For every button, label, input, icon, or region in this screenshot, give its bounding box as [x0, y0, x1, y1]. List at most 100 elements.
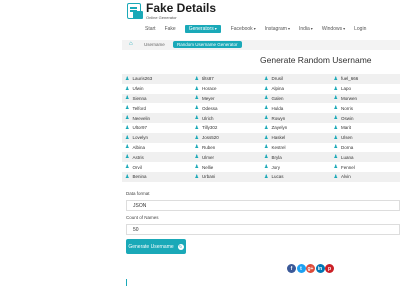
username-cell[interactable]: ♟ Lovelyn [122, 135, 192, 141]
username-cell[interactable]: ♟ Lucas [261, 174, 331, 180]
username-text: Joss520 [201, 135, 219, 141]
generate-button-label: Generate Username [128, 243, 174, 250]
username-row: ♟ Telford ♟ Odessa ♟ Hulda ♟ Norris [122, 103, 400, 113]
generate-button[interactable]: Generate Username ↻ [126, 239, 186, 254]
user-icon: ♟ [125, 75, 130, 82]
chevron-down-icon: ▾ [253, 25, 256, 31]
nav-item-india[interactable]: India▾ [299, 26, 313, 32]
nav-item-windows[interactable]: Windows▾ [322, 26, 345, 32]
username-cell[interactable]: ♟ Ulrich [192, 115, 262, 121]
username-text: Lucas [271, 174, 284, 180]
nav-item-label: Fake [164, 25, 176, 32]
nav-item-label: Instagram [264, 25, 287, 32]
username-cell[interactable]: ♟ Neevelin [122, 115, 192, 121]
username-cell[interactable]: ♟ Lapo [331, 86, 400, 92]
username-row: ♟ Benina ♟ Urbani ♟ Lucas ♟ Alvin [122, 171, 400, 182]
username-cell[interactable]: ♟ Meyer [192, 95, 262, 101]
nav-item-label: Facebook [230, 25, 253, 32]
username-cell[interactable]: ♟ Ultor97 [122, 125, 192, 131]
username-cell[interactable]: ♟ Alvin [331, 174, 400, 180]
username-text: Urbani [201, 174, 216, 180]
username-cell[interactable]: ♟ Bryla [261, 154, 331, 160]
count-input[interactable]: 50 [126, 224, 400, 235]
user-icon: ♟ [194, 124, 199, 131]
user-icon: ♟ [125, 173, 130, 180]
nav-item-login[interactable]: Login [354, 26, 366, 32]
username-cell[interactable]: ♟ tilts87 [192, 76, 262, 82]
username-cell[interactable]: ♟ Tilly302 [192, 125, 262, 131]
breadcrumb-current: Random Username Generator [173, 41, 242, 48]
linkedin-icon[interactable]: in [315, 264, 325, 273]
username-cell[interactable]: ♟ Drusil [261, 76, 331, 82]
home-icon[interactable]: ⌂ [129, 41, 133, 47]
username-cell[interactable]: ♟ Norris [331, 105, 400, 111]
username-cell[interactable]: ♟ Sienna [122, 95, 192, 101]
username-cell[interactable]: ♟ Lauris263 [122, 76, 192, 82]
user-icon: ♟ [264, 164, 269, 171]
pinterest-icon[interactable]: p [325, 264, 334, 273]
username-cell[interactable]: ♟ Zayelyn [261, 125, 331, 131]
facebook-icon[interactable]: f [287, 264, 296, 273]
breadcrumb-link[interactable]: Username [144, 42, 165, 47]
format-select[interactable]: JSON [126, 200, 400, 211]
username-grid: ♟ Lauris263 ♟ tilts87 ♟ Drusil ♟ fuel_666 ♟ Ulwin… [122, 74, 400, 182]
user-icon: ♟ [125, 144, 130, 151]
username-cell[interactable]: ♟ Haskel [261, 135, 331, 141]
username-cell[interactable]: ♟ Morwen [331, 95, 400, 101]
username-cell[interactable]: ♟ Kestrel [261, 144, 331, 150]
username-cell[interactable]: ♟ Ulwin [122, 86, 192, 92]
nav-item-instagram[interactable]: Instagram▾ [265, 26, 290, 32]
username-text: Ulwin [132, 86, 144, 92]
twitter-icon[interactable]: t [296, 264, 306, 273]
username-cell[interactable]: ♟ Joss520 [192, 135, 262, 141]
username-cell[interactable]: ♟ Odessa [192, 105, 262, 111]
username-text: Alpina [271, 86, 284, 92]
username-cell[interactable]: ♟ Ruben [192, 144, 262, 150]
nav-item-generators[interactable]: Generators▾ [184, 24, 221, 33]
user-icon: ♟ [125, 95, 130, 102]
username-cell[interactable]: ♟ Albina [122, 144, 192, 150]
user-icon: ♟ [264, 95, 269, 102]
user-icon: ♟ [264, 115, 269, 122]
username-cell[interactable]: ♟ Dorna [331, 144, 400, 150]
username-row: ♟ Orvil ♟ Nellie ♟ Jory ♟ Fennel [122, 162, 400, 172]
user-icon: ♟ [333, 95, 338, 102]
username-cell[interactable]: ♟ Jory [261, 164, 331, 170]
username-cell[interactable]: ♟ Astris [122, 154, 192, 160]
username-cell[interactable]: ♟ Hulda [261, 105, 331, 111]
google-plus-icon[interactable]: g+ [306, 264, 315, 273]
user-icon: ♟ [125, 164, 130, 171]
username-cell[interactable]: ♟ Nellie [192, 164, 262, 170]
username-text: Oswin [340, 115, 354, 121]
user-icon: ♟ [264, 134, 269, 141]
nav-item-start[interactable]: Start [145, 26, 156, 32]
username-cell[interactable]: ♟ Marit [331, 125, 400, 131]
username-cell[interactable]: ♟ Benina [122, 174, 192, 180]
username-cell[interactable]: ♟ Ulmer [192, 154, 262, 160]
divider [126, 279, 127, 286]
username-cell[interactable]: ♟ Galen [261, 95, 331, 101]
breadcrumb: ⌂ Username Random Username Generator [122, 40, 400, 50]
username-text: Jory [271, 164, 280, 170]
username-cell[interactable]: ♟ Ulsen [331, 135, 400, 141]
nav-item-fake[interactable]: Fake [165, 26, 176, 32]
username-cell[interactable]: ♟ Urbani [192, 174, 262, 180]
username-cell[interactable]: ♟ Fennel [331, 164, 400, 170]
username-cell[interactable]: ♟ Oswin [331, 115, 400, 121]
username-cell[interactable]: ♟ Horace [192, 86, 262, 92]
username-row: ♟ Sienna ♟ Meyer ♟ Galen ♟ Morwen [122, 93, 400, 104]
username-text: Ruben [201, 144, 216, 150]
username-cell[interactable]: ♟ Alpina [261, 86, 331, 92]
username-text: Drusil [271, 76, 283, 82]
count-label: Count of Names [126, 215, 159, 220]
username-cell[interactable]: ♟ Luana [331, 154, 400, 160]
logo-title[interactable]: Fake Details [146, 1, 216, 15]
username-cell[interactable]: ♟ Telford [122, 105, 192, 111]
username-cell[interactable]: ♟ Orvil [122, 164, 192, 170]
nav-item-facebook[interactable]: Facebook▾ [231, 26, 256, 32]
user-icon: ♟ [194, 115, 199, 122]
username-cell[interactable]: ♟ Rowyn [261, 115, 331, 121]
username-cell[interactable]: ♟ fuel_666 [331, 76, 400, 82]
username-row: ♟ Albina ♟ Ruben ♟ Kestrel ♟ Dorna [122, 143, 400, 153]
user-icon: ♟ [264, 105, 269, 112]
